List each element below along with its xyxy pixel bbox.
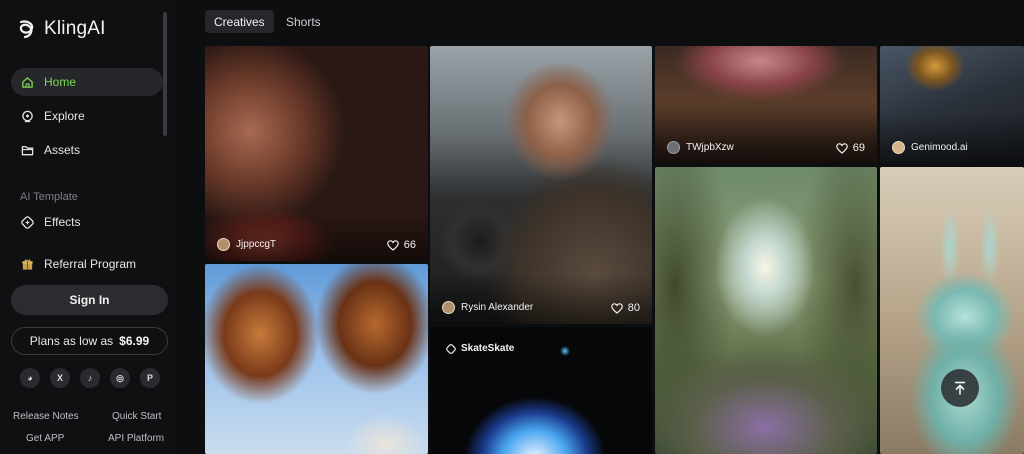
like-count[interactable]: 66 xyxy=(386,239,416,251)
author-name: SkateSkate xyxy=(461,343,515,354)
back-to-top-button[interactable] xyxy=(941,369,979,407)
creative-card-skate[interactable]: SkateSkate xyxy=(430,327,652,454)
arrow-up-icon xyxy=(955,381,965,395)
sidebar-item-label: Referral Program xyxy=(44,257,137,271)
heart-icon xyxy=(386,239,399,251)
card-author[interactable]: SkateSkate xyxy=(446,343,514,354)
sidebar-item-label: Home xyxy=(44,75,77,89)
card-author[interactable]: TWjpbXzw xyxy=(667,141,734,154)
sidebar-scrollbar[interactable] xyxy=(163,12,167,136)
sign-in-button[interactable]: Sign In xyxy=(11,285,168,315)
sparkle-icon xyxy=(21,215,34,229)
creative-card-plush-bunny[interactable] xyxy=(880,167,1024,454)
sidebar-item-label: Effects xyxy=(44,215,81,229)
heart-icon xyxy=(835,142,848,154)
home-icon xyxy=(22,76,33,88)
quick-start-link[interactable]: Quick Start xyxy=(112,411,161,422)
creative-card-steak[interactable]: TWjpbXzw 69 xyxy=(655,46,877,164)
get-app-link[interactable]: Get APP xyxy=(26,433,64,444)
card-author[interactable]: JjppccgT xyxy=(217,238,276,251)
sidebar-item-home[interactable]: Home xyxy=(11,68,163,96)
folder-icon xyxy=(21,145,34,155)
sidebar: KlingAI Home Explore Assets AI Template … xyxy=(0,0,178,454)
like-number: 80 xyxy=(627,302,640,314)
avatar xyxy=(217,238,230,251)
sparkle-icon xyxy=(446,343,456,354)
section-label-ai-template: AI Template xyxy=(20,191,78,203)
like-count[interactable]: 80 xyxy=(610,302,640,314)
pinterest-icon[interactable]: P xyxy=(140,368,160,388)
creative-card-city[interactable]: Genimood.ai xyxy=(880,46,1024,164)
author-name: TWjpbXzw xyxy=(686,142,734,153)
brand-name: KlingAI xyxy=(44,18,106,39)
tiktok-icon[interactable]: ♪ xyxy=(80,368,100,388)
like-number: 69 xyxy=(852,142,865,154)
author-name: Genimood.ai xyxy=(911,142,968,153)
author-name: Rysin Alexander xyxy=(461,302,534,313)
discord-icon[interactable]: ◕ xyxy=(20,368,40,388)
avatar xyxy=(442,301,455,314)
like-number: 66 xyxy=(403,239,416,251)
kling-logo-icon xyxy=(19,20,34,39)
author-name: JjppccgT xyxy=(236,239,277,250)
sidebar-item-label: Explore xyxy=(44,109,85,123)
gift-icon xyxy=(22,259,33,270)
avatar xyxy=(892,141,905,154)
social-links: ◕ X ♪ ◎ P xyxy=(20,368,160,388)
like-count[interactable]: 69 xyxy=(835,142,865,154)
compass-icon xyxy=(22,110,33,122)
card-author[interactable]: Rysin Alexander xyxy=(442,301,533,314)
sidebar-item-assets[interactable]: Assets xyxy=(11,136,163,164)
tab-shorts[interactable]: Shorts xyxy=(277,10,330,33)
creative-card-roosters[interactable] xyxy=(205,264,428,454)
release-notes-link[interactable]: Release Notes xyxy=(13,411,79,422)
avatar xyxy=(667,141,680,154)
card-shade xyxy=(205,211,428,261)
sidebar-item-label: Assets xyxy=(44,143,81,157)
sidebar-item-effects[interactable]: Effects xyxy=(11,208,163,236)
heart-icon xyxy=(610,302,623,314)
card-shade xyxy=(430,274,652,324)
plans-button[interactable]: Plans as low as $6.99 xyxy=(11,327,168,355)
plans-label: Plans as low as xyxy=(29,334,114,348)
card-shade xyxy=(655,114,877,164)
x-icon[interactable]: X xyxy=(50,368,70,388)
creative-card-driver[interactable]: Rysin Alexander 80 xyxy=(430,46,652,324)
card-shade xyxy=(880,114,1024,164)
sidebar-item-referral[interactable]: Referral Program xyxy=(11,250,163,278)
instagram-icon[interactable]: ◎ xyxy=(110,368,130,388)
tab-creatives[interactable]: Creatives xyxy=(205,10,274,33)
api-platform-link[interactable]: API Platform xyxy=(108,433,164,444)
creative-card-flower-lips[interactable]: JjppccgT 66 xyxy=(205,46,428,261)
card-author[interactable]: Genimood.ai xyxy=(892,141,968,154)
sidebar-item-explore[interactable]: Explore xyxy=(11,102,163,130)
plans-price: $6.99 xyxy=(119,334,150,348)
brand-logo[interactable]: KlingAI xyxy=(16,18,106,40)
creative-card-fairy-forest[interactable] xyxy=(655,167,877,454)
